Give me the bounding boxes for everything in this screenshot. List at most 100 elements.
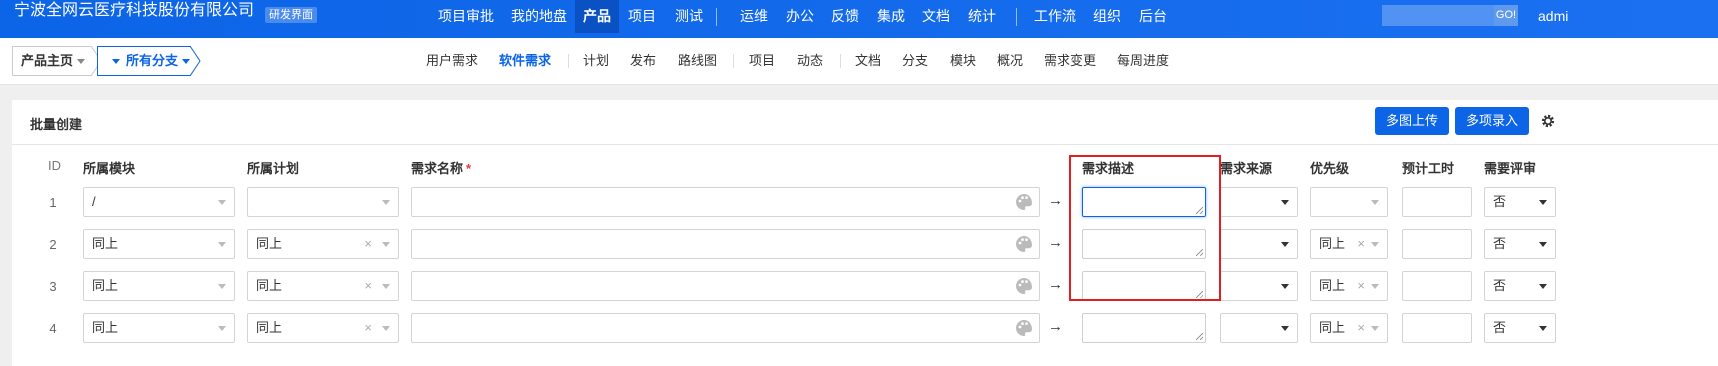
arrow-right-icon[interactable]: → (1048, 234, 1063, 251)
subnav-plan[interactable]: 计划 (583, 46, 609, 76)
description-textarea[interactable] (1082, 313, 1206, 343)
subnav-branches[interactable]: 分支 (902, 46, 928, 76)
subnav-software-requirements[interactable]: 软件需求 (499, 46, 551, 76)
nav-item-admin[interactable]: 后台 (1139, 0, 1167, 33)
color-palette-icon[interactable] (1015, 235, 1033, 253)
description-textarea[interactable] (1082, 229, 1206, 259)
nav-item-integration[interactable]: 集成 (877, 0, 905, 33)
chevron-down-icon (218, 284, 226, 289)
nav-item-my-dashboard[interactable]: 我的地盘 (511, 0, 567, 33)
description-textarea[interactable] (1082, 187, 1206, 217)
resize-handle-icon[interactable] (1196, 249, 1203, 256)
priority-select[interactable] (1310, 187, 1388, 217)
global-search-input[interactable] (1382, 5, 1494, 26)
subnav-project[interactable]: 项目 (749, 46, 775, 76)
plan-select[interactable]: 同上 × (247, 229, 399, 259)
subnav-release[interactable]: 发布 (630, 46, 656, 76)
arrow-right-icon[interactable]: → (1048, 192, 1063, 209)
estimate-input[interactable] (1402, 187, 1472, 217)
nav-item-test[interactable]: 测试 (675, 0, 703, 33)
clear-icon[interactable]: × (364, 272, 372, 300)
subnav-docs[interactable]: 文档 (855, 46, 881, 76)
requirement-name-input[interactable] (411, 229, 1040, 259)
panel-title: 批量创建 (30, 117, 83, 132)
column-header-name: 需求名称 * (411, 158, 471, 177)
nav-item-statistics[interactable]: 统计 (968, 0, 996, 33)
module-select[interactable]: 同上 (83, 271, 235, 301)
estimate-input[interactable] (1402, 229, 1472, 259)
arrow-right-icon[interactable]: → (1048, 276, 1063, 293)
nav-item-docs[interactable]: 文档 (922, 0, 950, 33)
sub-navbar: 产品主页 所有分支 用户需求 软件需求 计划 发布 路线图 项目 动态 文档 分… (0, 38, 1718, 85)
nav-item-product[interactable]: 产品 (575, 0, 619, 33)
plan-select[interactable]: 同上 × (247, 271, 399, 301)
breadcrumb-product-home-label: 产品主页 (21, 53, 74, 68)
resize-handle-icon[interactable] (1196, 291, 1203, 298)
nav-item-ops[interactable]: 运维 (740, 0, 768, 33)
plan-select[interactable]: 同上 × (247, 313, 399, 343)
source-select[interactable] (1220, 271, 1298, 301)
color-palette-icon[interactable] (1015, 193, 1033, 211)
subnav-weekly-progress[interactable]: 每周进度 (1117, 46, 1169, 76)
color-palette-icon[interactable] (1015, 319, 1033, 337)
column-header-name-label: 需求名称 (411, 161, 464, 176)
subnav-separator (840, 54, 841, 68)
color-palette-icon[interactable] (1015, 277, 1033, 295)
priority-select[interactable]: 同上 × (1310, 271, 1388, 301)
nav-item-project[interactable]: 项目 (628, 0, 656, 33)
subnav-user-requirements[interactable]: 用户需求 (426, 46, 478, 76)
breadcrumb-branch-selector[interactable]: 所有分支 (97, 46, 191, 76)
module-select[interactable]: 同上 (83, 313, 235, 343)
requirement-name-input[interactable] (411, 187, 1040, 217)
source-select[interactable] (1220, 313, 1298, 343)
description-textarea[interactable] (1082, 271, 1206, 301)
plan-value: 同上 (256, 236, 283, 251)
multi-item-entry-button[interactable]: 多项录入 (1455, 107, 1530, 135)
estimate-input[interactable] (1402, 271, 1472, 301)
review-select[interactable]: 否 (1484, 229, 1556, 259)
subnav-modules[interactable]: 模块 (950, 46, 976, 76)
clear-icon[interactable]: × (1357, 272, 1365, 300)
priority-select[interactable]: 同上 × (1310, 313, 1388, 343)
plan-select[interactable] (247, 187, 399, 217)
row-id: 1 (49, 195, 57, 210)
breadcrumb-product-home[interactable]: 产品主页 (12, 46, 92, 76)
nav-item-feedback[interactable]: 反馈 (831, 0, 859, 33)
resize-handle-icon[interactable] (1196, 333, 1203, 340)
subnav-activity[interactable]: 动态 (797, 46, 823, 76)
clear-icon[interactable]: × (364, 314, 372, 342)
nav-item-project-approval[interactable]: 项目审批 (438, 0, 494, 33)
column-header-priority: 优先级 (1310, 161, 1350, 176)
review-select[interactable]: 否 (1484, 271, 1556, 301)
clear-icon[interactable]: × (364, 230, 372, 258)
gear-icon[interactable] (1540, 113, 1556, 129)
search-go-button[interactable]: GO! (1494, 5, 1518, 26)
nav-item-organization[interactable]: 组织 (1093, 0, 1121, 33)
nav-item-office[interactable]: 办公 (786, 0, 814, 33)
resize-handle-icon[interactable] (1196, 207, 1203, 214)
source-select[interactable] (1220, 187, 1298, 217)
priority-value: 同上 (1319, 278, 1346, 293)
requirement-name-input[interactable] (411, 313, 1040, 343)
review-select[interactable]: 否 (1484, 187, 1556, 217)
subnav-overview[interactable]: 概况 (997, 46, 1023, 76)
environment-badge[interactable]: 研发界面 (265, 7, 317, 23)
arrow-right-icon[interactable]: → (1048, 318, 1063, 335)
clear-icon[interactable]: × (1357, 230, 1365, 258)
subnav-roadmap[interactable]: 路线图 (678, 46, 717, 76)
nav-item-workflow[interactable]: 工作流 (1034, 0, 1076, 33)
module-select[interactable]: / (83, 187, 235, 217)
module-select[interactable]: 同上 (83, 229, 235, 259)
subnav-requirement-changes[interactable]: 需求变更 (1044, 46, 1096, 76)
chevron-down-icon (1539, 284, 1547, 289)
priority-select[interactable]: 同上 × (1310, 229, 1388, 259)
chevron-down-icon (218, 326, 226, 331)
source-select[interactable] (1220, 229, 1298, 259)
clear-icon[interactable]: × (1357, 314, 1365, 342)
multi-image-upload-button[interactable]: 多图上传 (1375, 107, 1450, 135)
chevron-down-icon (77, 59, 86, 65)
review-select[interactable]: 否 (1484, 313, 1556, 343)
user-menu[interactable]: admi (1538, 0, 1568, 33)
estimate-input[interactable] (1402, 313, 1472, 343)
requirement-name-input[interactable] (411, 271, 1040, 301)
